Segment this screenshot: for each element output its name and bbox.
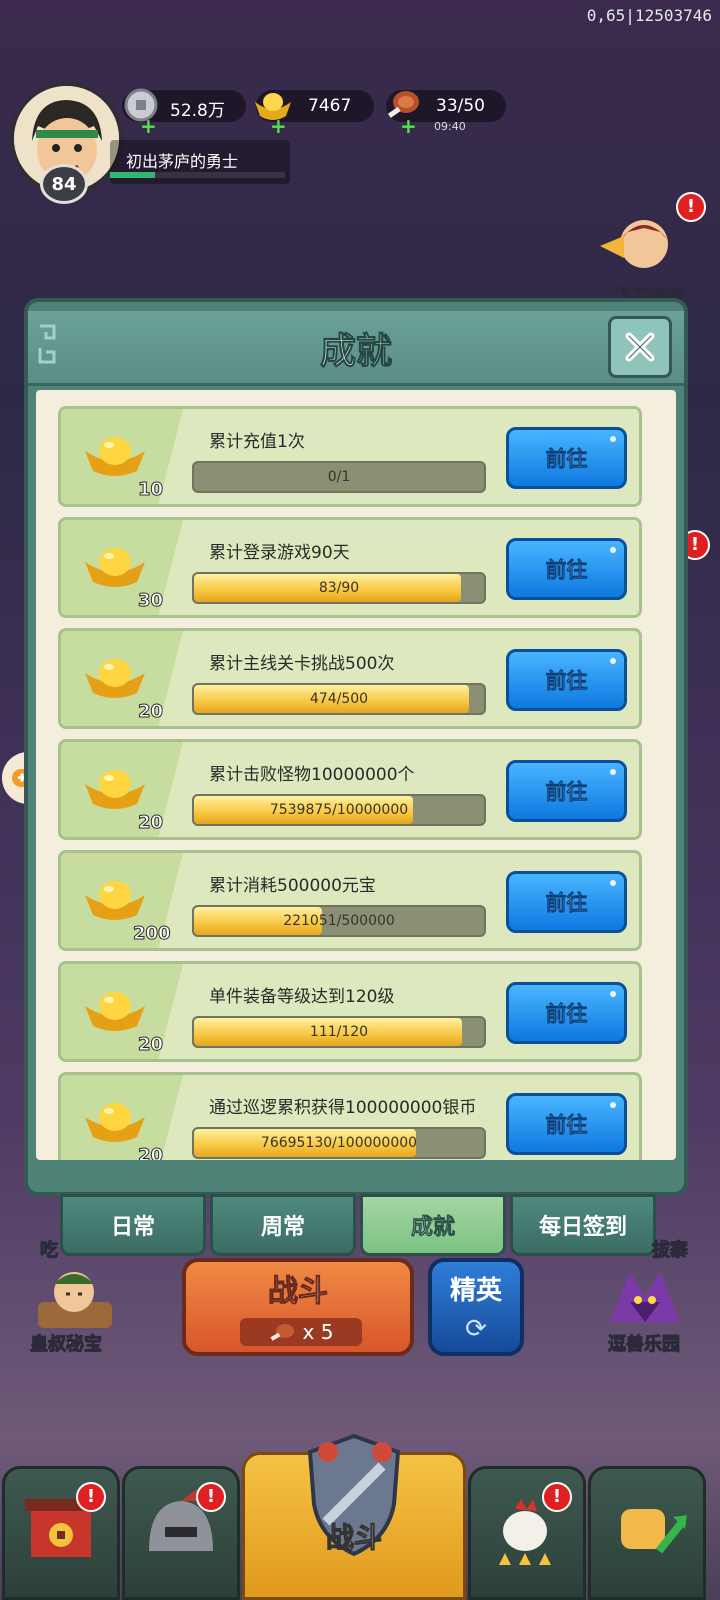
go-button[interactable]: 前往: [506, 760, 627, 822]
stamina-value: 33/50: [436, 96, 485, 116]
event-label-beast-park: 逗兽乐园: [608, 1334, 681, 1356]
battle-button-label: 战斗: [268, 1274, 329, 1310]
gold-ingot-icon: [85, 437, 145, 476]
gold-value: 7467: [308, 96, 352, 116]
progress-bar: 221051/500000: [192, 905, 486, 937]
flying-knife-event-icon[interactable]: [600, 210, 680, 280]
reward-amount: 20: [137, 701, 163, 723]
gold-ingot-icon: [85, 659, 145, 698]
nav-tab-upgrade[interactable]: [588, 1466, 706, 1600]
fist-upgrade-icon: [621, 1509, 687, 1554]
achievement-title: 通过巡逻累积获得100000000银币: [209, 1098, 477, 1118]
go-button[interactable]: 前往: [506, 649, 627, 711]
player-level-badge: 84: [40, 164, 88, 204]
alert-badge-icon: !: [542, 1482, 572, 1512]
progress-bar: 7539875/10000000: [192, 794, 486, 826]
panel-title: 成就: [319, 331, 392, 373]
go-button[interactable]: 前往: [506, 871, 627, 933]
achievement-title: 单件装备等级达到120级: [209, 987, 395, 1007]
gold-ingot-icon: [85, 770, 145, 809]
progress-text: 7539875/10000000: [269, 802, 409, 818]
gold-ingot-icon: [85, 881, 145, 920]
battle-cost-value: x 5: [302, 1320, 334, 1344]
reward-amount: 30: [137, 590, 163, 612]
gold-ingot-icon: [85, 992, 145, 1031]
achievement-row: 30 累计登录游戏90天 83/90 前往: [58, 517, 642, 618]
stamina-timer: 09:40: [434, 120, 466, 133]
player-title: 初出茅庐的勇士: [126, 152, 239, 171]
reward-amount: 20: [137, 1145, 163, 1161]
achievement-row: 20 累计主线关卡挑战500次 474/500 前往: [58, 628, 642, 729]
gold-ingot-icon: [85, 1103, 145, 1142]
progress-text: 83/90: [318, 580, 360, 596]
exp-bar-fill: [110, 172, 155, 178]
close-button[interactable]: [608, 316, 672, 378]
refresh-icon: ⟳: [465, 1314, 487, 1344]
progress-bar: 83/90: [192, 572, 486, 604]
gold-add-icon[interactable]: +: [270, 114, 287, 138]
close-icon: [625, 332, 655, 362]
event-label-right-mid: 拔寨: [652, 1240, 689, 1262]
nav-battle-label: 战斗: [325, 1521, 382, 1555]
event-label-uncle-treasure: 皇叔秘宝: [30, 1334, 103, 1356]
alert-badge-icon: !: [196, 1482, 226, 1512]
progress-text: 76695130/100000000: [260, 1135, 418, 1151]
battle-cost: x 5: [240, 1318, 362, 1346]
nav-tab-equipment[interactable]: [122, 1466, 240, 1600]
reward-amount: 10: [137, 479, 163, 501]
alert-badge-icon: !: [76, 1482, 106, 1512]
reward-amount: 20: [137, 812, 163, 834]
progress-bar: 111/120: [192, 1016, 486, 1048]
progress-text: 111/120: [309, 1024, 369, 1040]
achievement-row: 10 累计充值1次 0/1 前往: [58, 406, 642, 507]
event-label-left-mid: 吃: [40, 1240, 59, 1262]
silver-value: 52.8万: [170, 101, 225, 121]
achievement-row: 20 累计击败怪物10000000个 7539875/10000000 前往: [58, 739, 642, 840]
tab-achievement[interactable]: 成就: [360, 1194, 506, 1256]
meat-icon: [270, 1324, 294, 1341]
achievement-title: 累计击败怪物10000000个: [209, 765, 415, 785]
elite-button-label: 精英: [449, 1276, 502, 1306]
tab-daily[interactable]: 日常: [60, 1194, 206, 1256]
reward-amount: 20: [137, 1034, 163, 1056]
achievement-row: 20 通过巡逻累积获得100000000银币 76695130/10000000…: [58, 1072, 642, 1160]
nav-tab-heroes[interactable]: [468, 1466, 586, 1600]
achievement-list[interactable]: 10 累计充值1次 0/1 前往 30 累计登录游戏90天 83/90 前往 2…: [36, 390, 676, 1160]
debug-info: 0,65|12503746: [586, 6, 712, 25]
silver-add-icon[interactable]: +: [140, 114, 157, 138]
nav-tab-city[interactable]: [2, 1466, 120, 1600]
progress-text: 474/500: [309, 691, 369, 707]
achievement-row: 200 累计消耗500000元宝 221051/500000 前往: [58, 850, 642, 951]
go-button[interactable]: 前往: [506, 982, 627, 1044]
gold-ingot-icon: [85, 548, 145, 587]
achievement-title: 累计充值1次: [209, 432, 305, 452]
achievement-title: 累计主线关卡挑战500次: [209, 654, 395, 674]
beast-park-icon[interactable]: [600, 1262, 690, 1332]
stamina-add-icon[interactable]: +: [400, 114, 417, 138]
tab-weekly[interactable]: 周常: [210, 1194, 356, 1256]
progress-bar: 0/1: [192, 461, 486, 493]
go-button[interactable]: 前往: [506, 1093, 627, 1155]
go-button[interactable]: 前往: [506, 427, 627, 489]
uncle-treasure-icon[interactable]: [30, 1262, 120, 1332]
progress-bar: 474/500: [192, 683, 486, 715]
progress-text: 221051/500000: [283, 913, 395, 929]
achievement-row: 20 单件装备等级达到120级 111/120 前往: [58, 961, 642, 1062]
achievement-title: 累计消耗500000元宝: [209, 876, 376, 896]
alert-badge-icon: !: [676, 192, 706, 222]
reward-amount: 200: [133, 923, 172, 945]
progress-bar: 76695130/100000000: [192, 1127, 486, 1159]
tab-daily-checkin[interactable]: 每日签到: [510, 1194, 656, 1256]
progress-text: 0/1: [327, 469, 351, 485]
achievement-title: 累计登录游戏90天: [209, 543, 350, 563]
go-button[interactable]: 前往: [506, 538, 627, 600]
